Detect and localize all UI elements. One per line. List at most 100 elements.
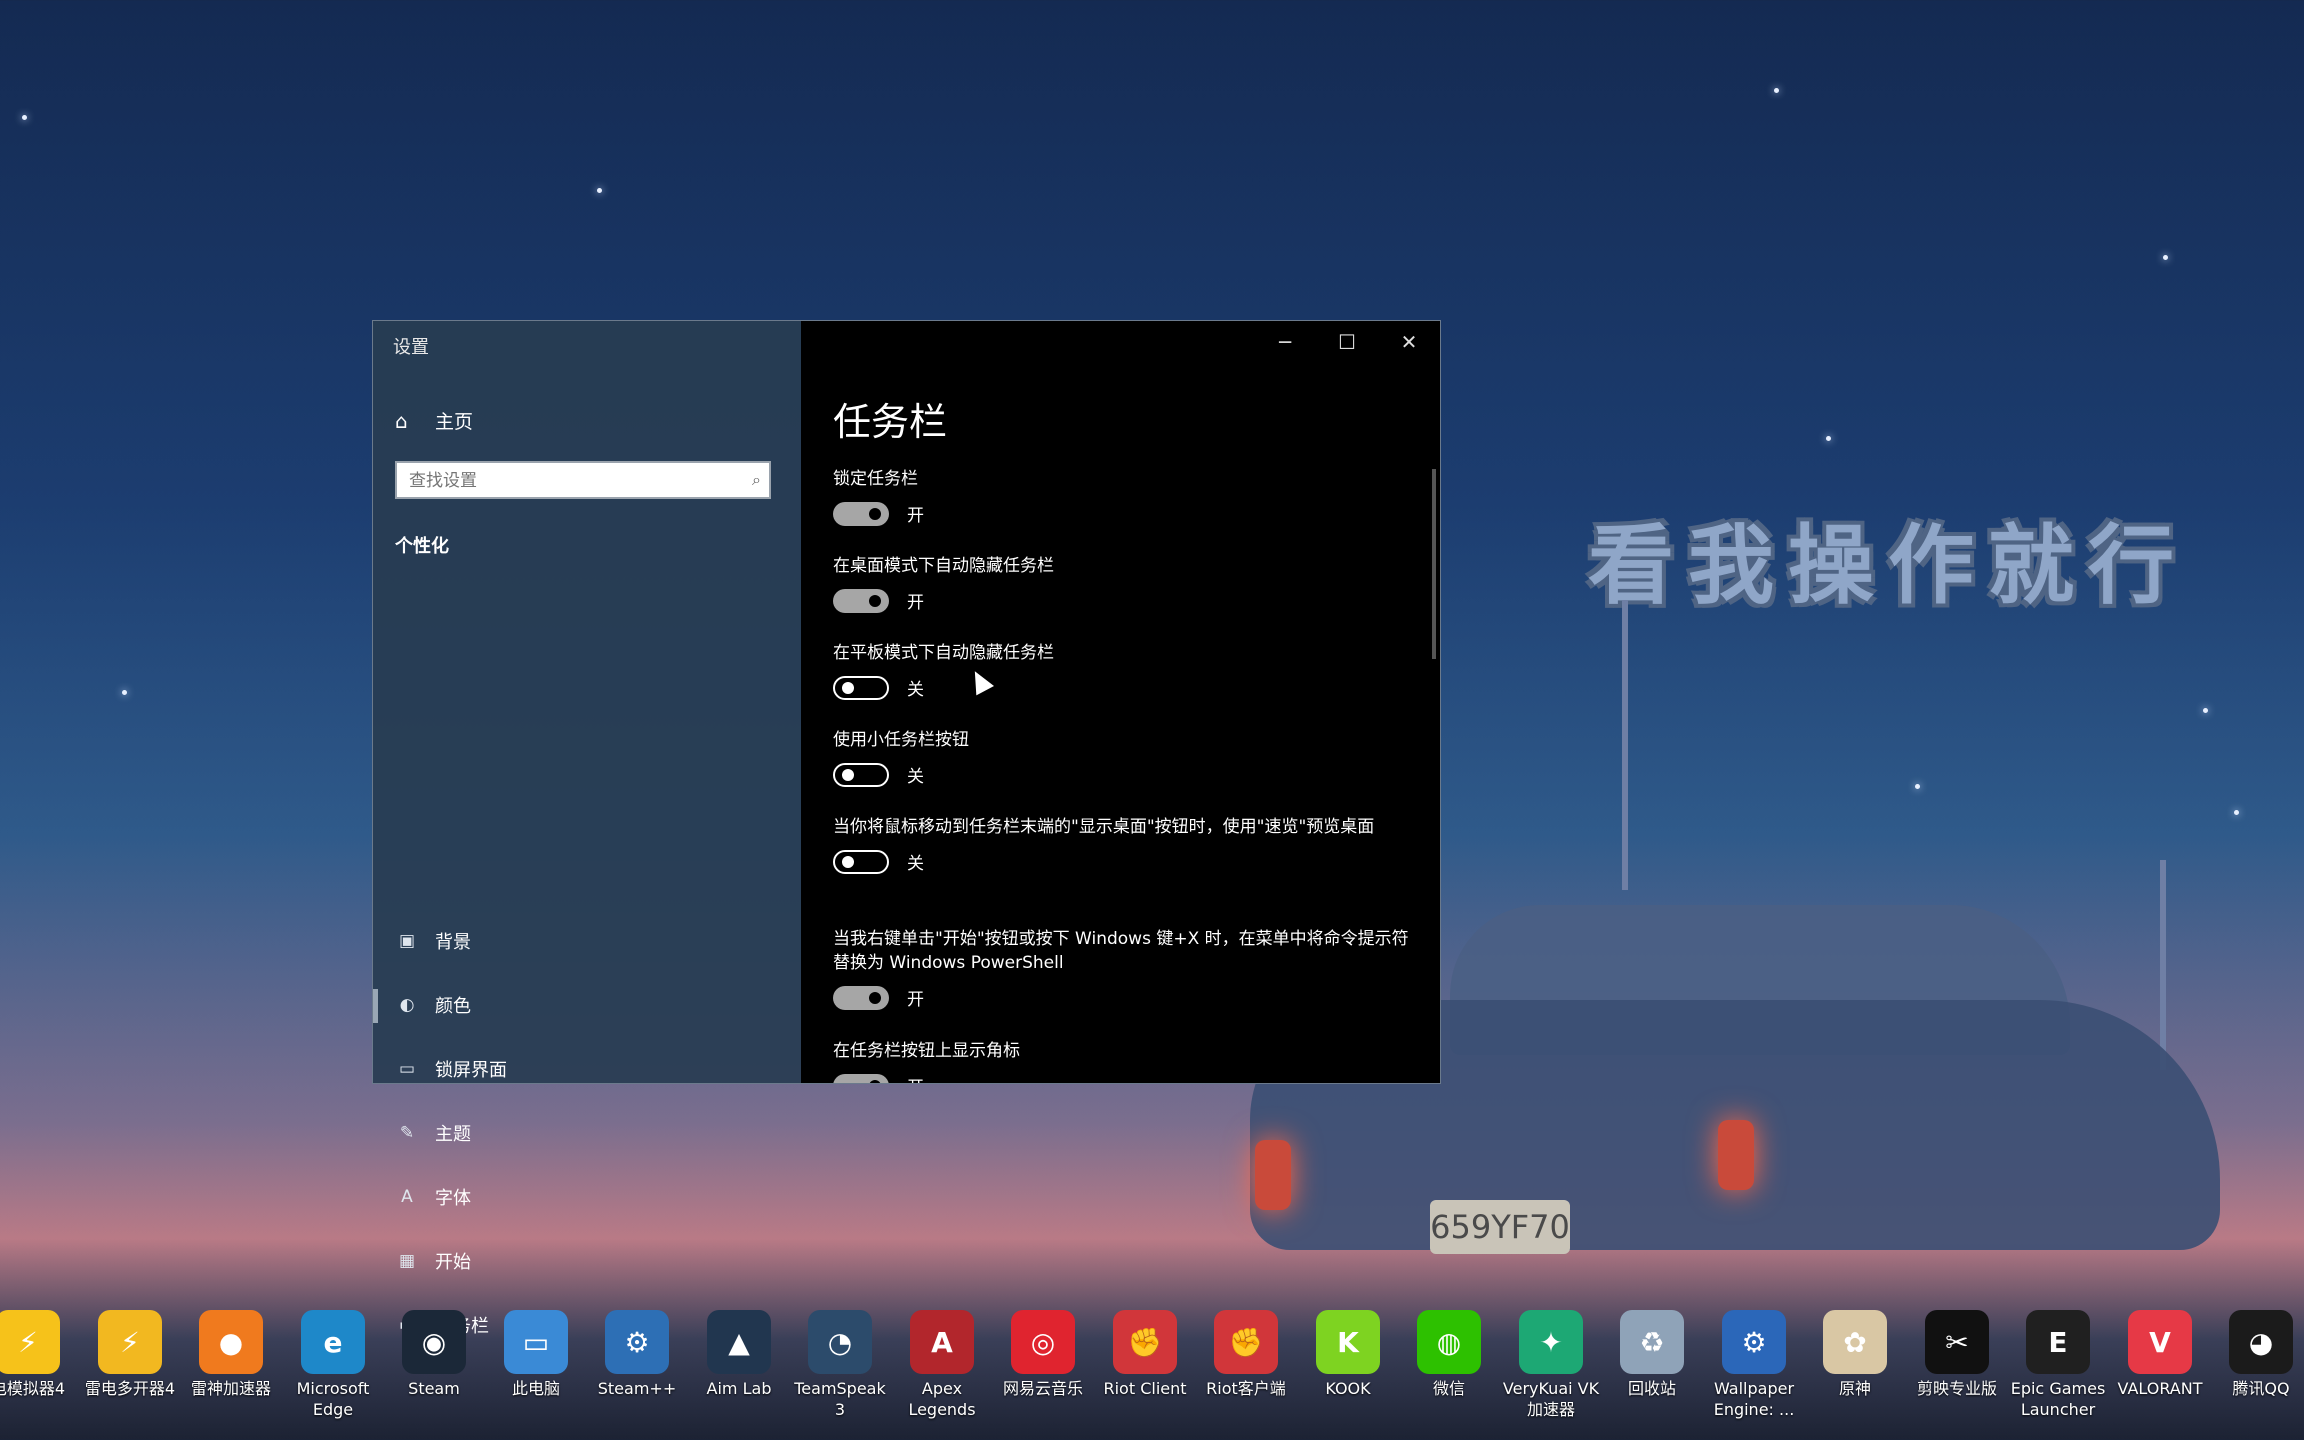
desktop-icon[interactable]: ✿ 原神 bbox=[1805, 1310, 1905, 1399]
setting-peek-desktop: 当你将鼠标移动到任务栏末端的"显示桌面"按钮时，使用"速览"预览桌面 关 bbox=[833, 815, 1413, 874]
app-icon: ▲ bbox=[707, 1310, 771, 1374]
app-label: Wallpaper Engine: ... bbox=[1713, 1379, 1795, 1419]
app-label: Steam++ bbox=[597, 1379, 677, 1398]
window-title: 设置 bbox=[393, 337, 429, 358]
desktop-icon[interactable]: ⚡ 雷电多开器4 bbox=[80, 1310, 180, 1399]
toggle-switch[interactable] bbox=[833, 849, 889, 874]
setting-powershell: 当我右键单击"开始"按钮或按下 Windows 键+X 时，在菜单中将命令提示符… bbox=[833, 927, 1413, 1010]
toggle-switch[interactable] bbox=[833, 675, 889, 700]
star bbox=[22, 115, 27, 120]
app-icon: ◉ bbox=[402, 1310, 466, 1374]
app-icon: ⚙ bbox=[605, 1310, 669, 1374]
star bbox=[1774, 88, 1779, 93]
app-icon: E bbox=[2026, 1310, 2090, 1374]
sidebar-item-fonts[interactable]: A 字体 bbox=[395, 1182, 471, 1212]
toggle-switch[interactable] bbox=[833, 1073, 889, 1083]
search-icon[interactable]: ⌕ bbox=[752, 470, 761, 490]
sidebar-item-lockscreen[interactable]: ▭ 锁屏界面 bbox=[395, 1054, 507, 1084]
desktop-icon[interactable]: E Epic Games Launcher bbox=[2008, 1310, 2108, 1420]
start-icon: ▦ bbox=[398, 1251, 416, 1271]
toggle-state: 开 bbox=[907, 990, 924, 1010]
maximize-button[interactable]: ☐ bbox=[1316, 321, 1378, 363]
app-icon: ● bbox=[199, 1310, 263, 1374]
setting-autohide-tablet: 在平板模式下自动隐藏任务栏 关 bbox=[833, 641, 1413, 700]
app-label: Aim Lab bbox=[706, 1379, 772, 1398]
desktop-icon[interactable]: ◔ TeamSpeak 3 bbox=[790, 1310, 890, 1420]
search-input[interactable] bbox=[397, 463, 731, 499]
setting-label: 当我右键单击"开始"按钮或按下 Windows 键+X 时，在菜单中将命令提示符… bbox=[833, 929, 1409, 973]
home-label: 主页 bbox=[435, 411, 474, 433]
setting-label: 在桌面模式下自动隐藏任务栏 bbox=[833, 556, 1054, 576]
desktop-icon[interactable]: ▭ 此电脑 bbox=[486, 1310, 586, 1399]
car-taillight bbox=[1718, 1120, 1754, 1190]
settings-content: ─ ☐ ✕ 任务栏 锁定任务栏 开 在桌面模式下自动隐藏任务栏 开 在平板模式下… bbox=[801, 321, 1440, 1083]
app-icon: ◔ bbox=[808, 1310, 872, 1374]
app-label: Epic Games Launcher bbox=[2010, 1379, 2106, 1419]
home-icon: ⌂ bbox=[395, 408, 408, 433]
sidebar-home[interactable]: ⌂ 主页 bbox=[395, 407, 473, 434]
car-taillight bbox=[1255, 1140, 1291, 1210]
app-icon: ◕ bbox=[2229, 1310, 2293, 1374]
desktop-icon[interactable]: ✦ VeryKuai VK 加速器 bbox=[1501, 1310, 1601, 1420]
sidebar-item-label: 字体 bbox=[435, 1188, 471, 1209]
sidebar-item-label: 锁屏界面 bbox=[435, 1060, 507, 1081]
app-icon: ✦ bbox=[1519, 1310, 1583, 1374]
app-label: Apex Legends bbox=[908, 1379, 976, 1419]
desktop-icon[interactable]: ◎ 网易云音乐 bbox=[993, 1310, 1093, 1399]
app-label: Riot Client bbox=[1103, 1379, 1187, 1398]
active-indicator bbox=[373, 989, 378, 1023]
desktop-icon[interactable]: V VALORANT bbox=[2110, 1310, 2210, 1399]
desktop-icon[interactable]: ◕ 腾讯QQ bbox=[2211, 1310, 2304, 1399]
setting-label: 锁定任务栏 bbox=[833, 469, 918, 489]
sidebar-item-background[interactable]: ▣ 背景 bbox=[395, 926, 471, 956]
desktop-icon[interactable]: ⚙ Wallpaper Engine: ... bbox=[1704, 1310, 1804, 1420]
desktop-icon[interactable]: ◍ 微信 bbox=[1399, 1310, 1499, 1399]
app-icon: ✂ bbox=[1925, 1310, 1989, 1374]
app-icon: ✊ bbox=[1214, 1310, 1278, 1374]
category-heading: 个性化 bbox=[395, 536, 449, 557]
app-icon: A bbox=[910, 1310, 974, 1374]
sidebar-item-colors[interactable]: ◐ 颜色 bbox=[395, 990, 471, 1020]
app-label: 网易云音乐 bbox=[1002, 1379, 1083, 1398]
sidebar-item-themes[interactable]: ✎ 主题 bbox=[395, 1118, 471, 1148]
desktop-icon[interactable]: ▲ Aim Lab bbox=[689, 1310, 789, 1399]
desktop-icon[interactable]: ⚡ 电模拟器4 bbox=[0, 1310, 78, 1399]
toggle-switch[interactable] bbox=[833, 501, 889, 526]
desktop-icon[interactable]: ✂ 剪映专业版 bbox=[1907, 1310, 2007, 1399]
app-label: 雷神加速器 bbox=[190, 1379, 271, 1398]
search-box[interactable]: ⌕ bbox=[395, 461, 771, 499]
palette-icon: ◐ bbox=[399, 995, 415, 1015]
sidebar-item-start[interactable]: ▦ 开始 bbox=[395, 1246, 471, 1276]
toggle-switch[interactable] bbox=[833, 985, 889, 1010]
toggle-switch[interactable] bbox=[833, 762, 889, 787]
app-icon: ♻ bbox=[1620, 1310, 1684, 1374]
minimize-button[interactable]: ─ bbox=[1254, 321, 1316, 363]
street-pole bbox=[2160, 860, 2166, 1070]
app-label: 原神 bbox=[1838, 1379, 1871, 1398]
scrollbar[interactable] bbox=[1432, 469, 1436, 659]
setting-label: 在任务栏按钮上显示角标 bbox=[833, 1041, 1020, 1061]
window-controls: ─ ☐ ✕ bbox=[1254, 321, 1440, 363]
app-icon: ⚡ bbox=[0, 1310, 60, 1374]
star bbox=[597, 188, 602, 193]
desktop-icon[interactable]: ⚙ Steam++ bbox=[587, 1310, 687, 1399]
app-icon: ⚙ bbox=[1722, 1310, 1786, 1374]
desktop-icon[interactable]: e Microsoft Edge bbox=[283, 1310, 383, 1420]
app-icon: ◎ bbox=[1011, 1310, 1075, 1374]
toggle-switch[interactable] bbox=[833, 588, 889, 613]
desktop-icon[interactable]: ✊ Riot客户端 bbox=[1196, 1310, 1296, 1399]
desktop-icon[interactable]: ◉ Steam bbox=[384, 1310, 484, 1399]
star bbox=[2163, 255, 2168, 260]
app-label: Steam bbox=[408, 1379, 460, 1398]
desktop-icon[interactable]: K KOOK bbox=[1298, 1310, 1398, 1399]
desktop-icon[interactable]: ♻ 回收站 bbox=[1602, 1310, 1702, 1399]
sidebar-item-label: 背景 bbox=[435, 932, 471, 953]
close-button[interactable]: ✕ bbox=[1378, 321, 1440, 363]
sidebar-item-label: 开始 bbox=[435, 1252, 471, 1273]
desktop-icon[interactable]: ● 雷神加速器 bbox=[181, 1310, 281, 1399]
desktop-icon[interactable]: ✊ Riot Client bbox=[1095, 1310, 1195, 1399]
setting-autohide-desktop: 在桌面模式下自动隐藏任务栏 开 bbox=[833, 554, 1413, 613]
desktop-icon[interactable]: A Apex Legends bbox=[892, 1310, 992, 1420]
brush-icon: ✎ bbox=[399, 1123, 415, 1143]
app-icon: ◍ bbox=[1417, 1310, 1481, 1374]
